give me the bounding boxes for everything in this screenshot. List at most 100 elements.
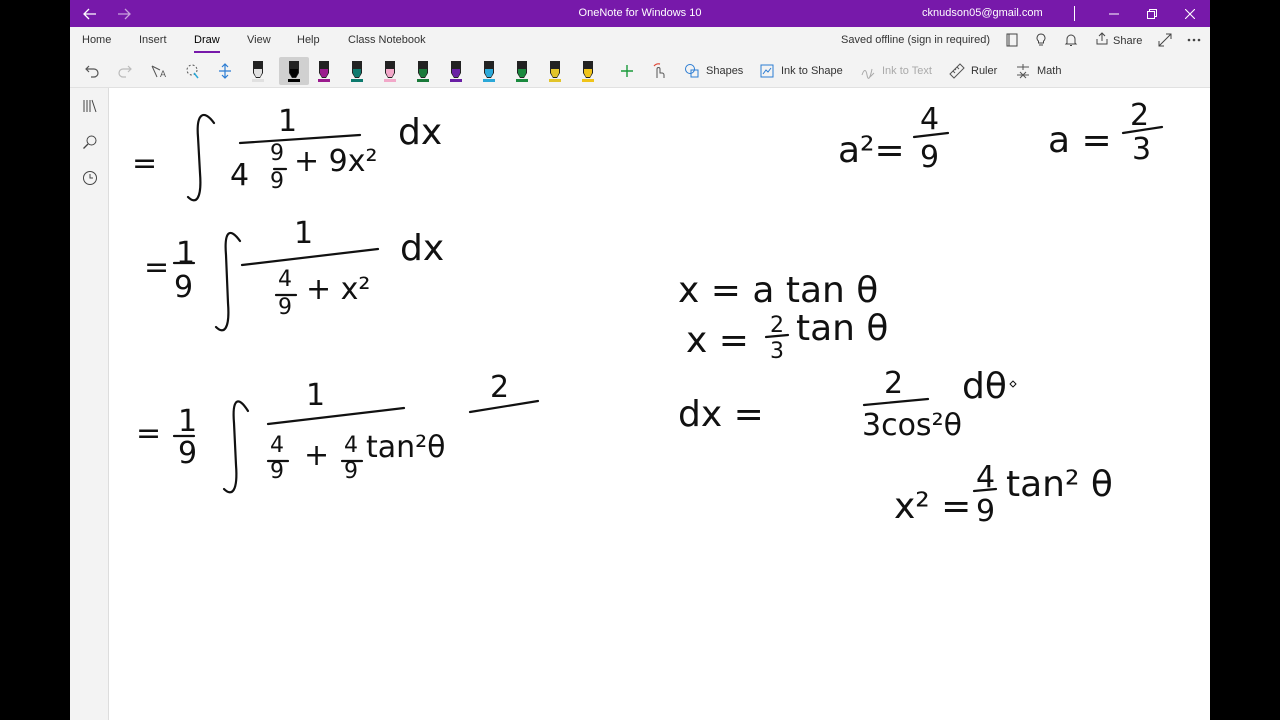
fullscreen-icon[interactable] xyxy=(1157,32,1173,48)
math-button[interactable]: Math xyxy=(1015,57,1061,85)
ink-a-val-d: 3 xyxy=(1132,132,1152,167)
pen-icon xyxy=(318,61,330,82)
search-icon[interactable] xyxy=(80,132,100,152)
ink-a-sq-n: 4 xyxy=(920,102,940,137)
ink-line1-den-a: 4 xyxy=(230,158,250,193)
tab-view[interactable]: View xyxy=(247,27,271,54)
svg-text:A: A xyxy=(160,69,166,79)
recent-notes-icon[interactable] xyxy=(80,168,100,188)
shapes-button[interactable]: Shapes xyxy=(684,57,743,85)
type-select-icon[interactable]: A xyxy=(147,57,171,85)
pen-11[interactable] xyxy=(576,57,600,85)
lightbulb-icon[interactable] xyxy=(1033,32,1049,48)
ink-line2-den-frac-d: 9 xyxy=(278,295,292,320)
ink-a-val-lhs: a = xyxy=(1048,120,1112,161)
ink-sub2-d: 3 xyxy=(770,339,784,364)
ink-line2-eq: = xyxy=(144,250,170,285)
ink-line3-coef-n: 1 xyxy=(178,404,198,439)
pen-icon xyxy=(516,61,528,82)
restore-icon[interactable] xyxy=(1138,0,1166,27)
ink-line3-coef-d: 9 xyxy=(178,436,198,471)
ruler-label: Ruler xyxy=(971,65,998,77)
ink-dx-d: 3cos²θ xyxy=(862,408,962,443)
pen-icon xyxy=(288,61,300,82)
ink-to-shape-button[interactable]: Ink to Shape xyxy=(759,57,843,85)
ink-line1-frac-n: 9 xyxy=(270,141,284,166)
pen-6[interactable] xyxy=(411,57,435,85)
back-arrow-icon[interactable] xyxy=(78,0,102,27)
ink-sub2-lhs: x = xyxy=(686,320,749,361)
add-space-icon[interactable] xyxy=(213,57,237,85)
pen-7[interactable] xyxy=(444,57,468,85)
forward-arrow-icon[interactable] xyxy=(112,0,136,27)
pen-icon xyxy=(252,61,264,82)
ink-line1-dx: dx xyxy=(398,112,443,153)
pen-2[interactable] xyxy=(279,57,309,85)
ink-sub1: x = a tan θ xyxy=(678,270,879,311)
pen-icon xyxy=(351,61,363,82)
account-email[interactable]: cknudson05@gmail.com xyxy=(922,0,1043,27)
pen-10[interactable] xyxy=(543,57,567,85)
tab-help[interactable]: Help xyxy=(297,27,320,54)
math-label: Math xyxy=(1037,65,1062,77)
ink-sub2-n: 2 xyxy=(770,313,784,338)
ink-line3-den-tan: tan²θ xyxy=(366,430,446,465)
share-label: Share xyxy=(1113,34,1143,47)
share-icon xyxy=(1095,32,1109,49)
pen-8[interactable] xyxy=(477,57,501,85)
ink-line3-num: 1 xyxy=(306,378,326,413)
share-button[interactable]: Share xyxy=(1095,27,1142,54)
tab-insert[interactable]: Insert xyxy=(139,27,167,54)
ink-line2-dx: dx xyxy=(400,228,445,269)
shapes-label: Shapes xyxy=(706,65,744,77)
ruler-button[interactable]: Ruler xyxy=(949,57,997,85)
ink-line2-coef-n: 1 xyxy=(176,236,196,271)
sync-status[interactable]: Saved offline (sign in required) xyxy=(841,27,990,54)
notebooks-icon[interactable] xyxy=(80,96,100,116)
note-canvas[interactable]: = 1 4 9 9 + 9x² dx = 1 9 1 4 9 + x² dx =… xyxy=(110,89,1210,720)
notebook-icon[interactable] xyxy=(1004,32,1020,48)
tab-draw[interactable]: Draw xyxy=(194,27,220,54)
tab-class-notebook[interactable]: Class Notebook xyxy=(348,27,426,54)
ink-to-text-icon xyxy=(860,63,876,79)
ink-line3-eq: = xyxy=(136,416,162,451)
ink-line3-side-num: 2 xyxy=(490,370,510,405)
ink-dx-rhs: dθ xyxy=(962,366,1007,407)
add-pen-icon[interactable] xyxy=(615,57,639,85)
ink-a-sq-lhs: a²= xyxy=(838,130,905,171)
ink-dx-n: 2 xyxy=(884,366,904,401)
ink-line1-num: 1 xyxy=(278,104,298,139)
minimize-icon[interactable] xyxy=(1100,0,1128,27)
undo-icon[interactable] xyxy=(80,57,104,85)
pen-5[interactable] xyxy=(378,57,402,85)
title-separator xyxy=(1074,6,1075,21)
draw-toolbar: A Shapes Ink to Shape Ink to Text Ruler … xyxy=(70,54,1210,88)
close-icon[interactable] xyxy=(1176,0,1204,27)
pen-3[interactable] xyxy=(312,57,336,85)
more-options-icon[interactable] xyxy=(1186,32,1202,48)
ink-to-shape-icon xyxy=(759,63,775,79)
pen-icon xyxy=(582,61,594,82)
pen-9[interactable] xyxy=(510,57,534,85)
pen-icon xyxy=(483,61,495,82)
pen-icon xyxy=(549,61,561,82)
ink-line1-eq: = xyxy=(132,146,158,181)
ink-line3-den-b-n: 4 xyxy=(344,433,358,458)
ink-line3-plus: + xyxy=(304,438,330,473)
pen-4[interactable] xyxy=(345,57,369,85)
bell-icon[interactable] xyxy=(1063,32,1079,48)
tab-home[interactable]: Home xyxy=(82,27,111,54)
lasso-select-icon[interactable] xyxy=(180,57,204,85)
ink-to-shape-label: Ink to Shape xyxy=(781,65,843,77)
ink-xsq-lhs: x² = xyxy=(894,486,972,527)
ink-xsq-d: 9 xyxy=(976,494,996,529)
title-bar: OneNote for Windows 10 cknudson05@gmail.… xyxy=(70,0,1210,27)
pen-1[interactable] xyxy=(246,57,270,85)
redo-icon[interactable] xyxy=(113,57,137,85)
ink-sub2-rhs: tan θ xyxy=(796,308,889,349)
onenote-window: OneNote for Windows 10 cknudson05@gmail.… xyxy=(70,0,1210,720)
ink-line2-num: 1 xyxy=(294,216,314,251)
touch-draw-icon[interactable] xyxy=(647,57,671,85)
ink-to-text-button[interactable]: Ink to Text xyxy=(860,57,932,85)
ink-a-sq-d: 9 xyxy=(920,140,940,175)
